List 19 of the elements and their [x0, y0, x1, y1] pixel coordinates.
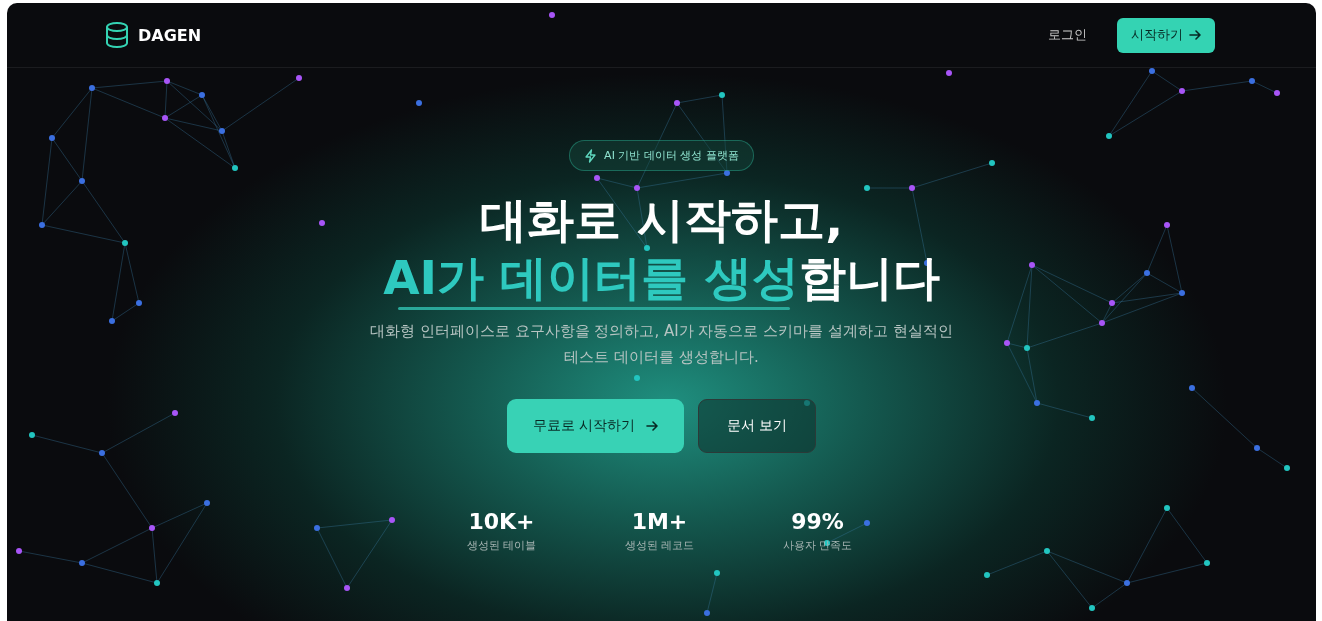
stat-value: 99% — [791, 509, 844, 534]
stat-label: 사용자 만족도 — [782, 538, 853, 553]
stat-value: 10K+ — [468, 509, 535, 534]
stat-label: 생성된 테이블 — [466, 538, 537, 553]
lightning-icon — [584, 148, 598, 163]
stat-label: 생성된 레코드 — [624, 538, 695, 553]
platform-badge: AI 기반 데이터 생성 플랫폼 — [569, 140, 754, 171]
database-icon — [105, 22, 129, 48]
headline: 대화로 시작하고, — [479, 191, 844, 249]
headline: AI가 데이터를 생성합니다 — [383, 249, 940, 307]
start-button[interactable]: 시작하기 — [1117, 17, 1215, 53]
stat-value: 1M+ — [631, 509, 688, 534]
brand-name: DAGEN — [138, 25, 202, 45]
free-start-button[interactable]: 무료로 시작하기 — [507, 399, 684, 453]
login-link[interactable]: 로그인 — [1044, 22, 1091, 48]
arrow-right-icon — [645, 421, 658, 431]
docs-button[interactable]: 문서 보기 — [697, 399, 816, 453]
arrow-right-icon — [1189, 30, 1201, 40]
hero-description: 대화형 인터페이스로 요구사항을 정의하고, AI가 자동으로 스키마를 설계하고 현실적인 테스트 데이터를 생성합니다. — [369, 321, 954, 368]
